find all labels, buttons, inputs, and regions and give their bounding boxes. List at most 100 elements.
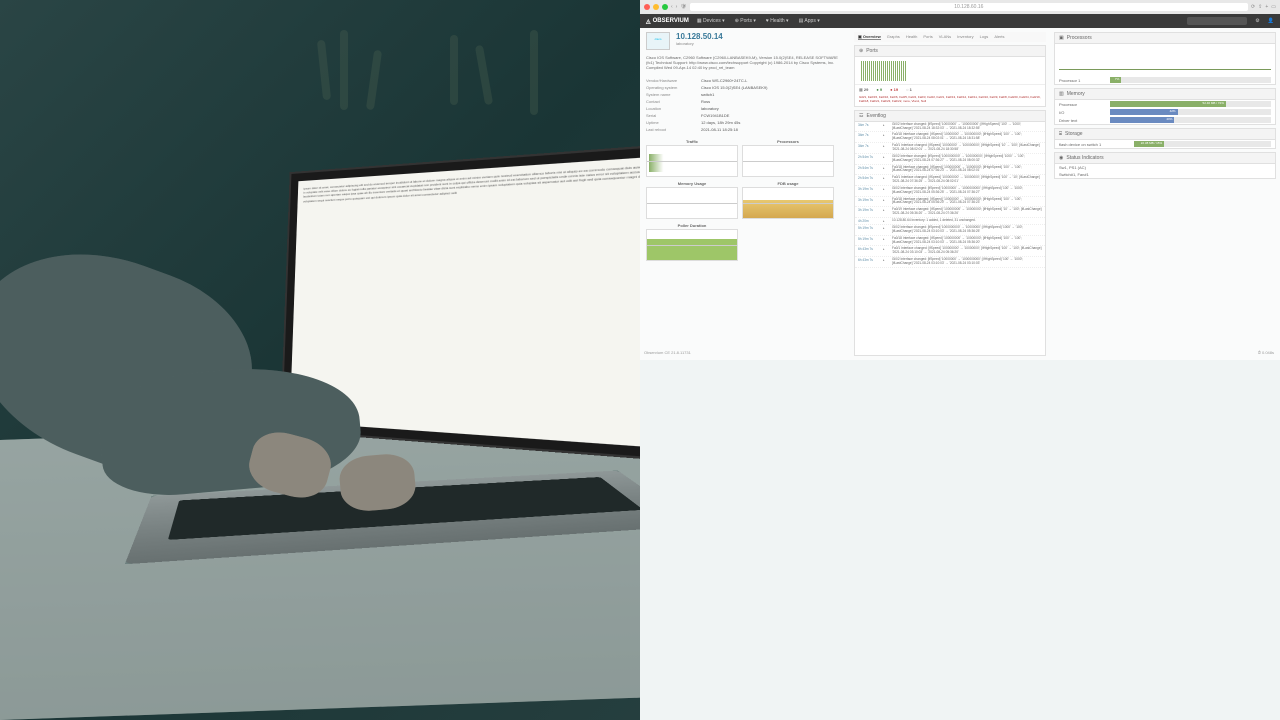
- device-meta-table: Vendor/HardwareCisco WS-C2960+24TC-LOper…: [646, 77, 844, 133]
- meta-row: Uptime12 days, 18h 29m 45s: [646, 119, 844, 126]
- device-description: Cisco IOS Software, C2960 Software (C296…: [646, 55, 844, 71]
- hero-photo: ipsum dolor sit amet, consectetur adipis…: [0, 0, 640, 720]
- storage-row: flash device on switch 122.38 MB / 15%: [1055, 140, 1275, 148]
- nav-apps[interactable]: ▤ Apps ▾: [799, 18, 820, 24]
- window-close-icon[interactable]: [644, 4, 650, 10]
- tab-alerts[interactable]: Alerts: [994, 34, 1004, 40]
- eventlog-title: Eventlog: [866, 113, 885, 119]
- tab-graphs[interactable]: Graphs: [887, 34, 900, 40]
- observium-app: ◬ OBSERVIUM ▦ Devices ▾ ⊕ Ports ▾ ♥ Heal…: [640, 14, 1280, 360]
- status-row: Switch#1, Fan#1: [1055, 171, 1275, 178]
- ports-icon: ⊕: [859, 48, 863, 54]
- right-column: ▣Processors Processor 17% ▥Memory Proces…: [1050, 28, 1280, 360]
- mini-chart[interactable]: FDB usage: [742, 181, 834, 219]
- brand-text: OBSERVIUM: [653, 18, 689, 24]
- shield-icon: 🛡: [680, 4, 686, 10]
- add-tab-icon[interactable]: +: [1265, 4, 1268, 10]
- browser-back-icon[interactable]: ‹: [671, 4, 673, 10]
- tab-inventory[interactable]: Inventory: [957, 34, 973, 40]
- meta-row: SerialFCW1941B1DE: [646, 112, 844, 119]
- meta-row: Vendor/HardwareCisco WS-C2960+24TC-L: [646, 77, 844, 84]
- port-link-list[interactable]: Gi0/1, Fa0/15, Fa0/16, Fa0/6, Fa0/5, Fa0…: [855, 94, 1045, 106]
- tabs-icon[interactable]: ▭: [1271, 4, 1276, 10]
- search-input[interactable]: [1187, 17, 1247, 25]
- cpu-icon: ▣: [1059, 35, 1064, 41]
- gear-icon[interactable]: ⚙: [1255, 18, 1259, 24]
- meta-row: Locationlaboratory: [646, 105, 844, 112]
- memory-panel: ▥Memory Processor52.46 MB / 72%I/O42%Dri…: [1054, 88, 1276, 125]
- eventlog-row[interactable]: 5h 19m 7s▸Fa0/18 Interface changed: [ifS…: [855, 236, 1045, 247]
- mini-chart[interactable]: Poller Duration: [646, 223, 738, 261]
- tab-health[interactable]: Health: [906, 34, 918, 40]
- meta-row: System nameswitch1: [646, 91, 844, 98]
- obs-footer-timing: ⏱ 0.048s: [1258, 350, 1274, 355]
- eventlog-row[interactable]: 6h 43m 7s▸Fa0/1 Interface changed: [ifSp…: [855, 246, 1045, 257]
- meta-row: Last reboot2021-08-11 18:25:18: [646, 126, 844, 133]
- port-counts: ▦ 29 ● 9 ● 19 ◌ 1: [855, 85, 1045, 94]
- status-title: Status Indicators: [1066, 155, 1103, 161]
- eventlog-row[interactable]: 34m 7s▸Gi0/2 Interface changed: [ifSpeed…: [855, 122, 1045, 133]
- obs-logo[interactable]: ◬ OBSERVIUM: [646, 18, 689, 25]
- storage-panel: ⌸Storage flash device on switch 122.38 M…: [1054, 128, 1276, 149]
- user-icon[interactable]: 👤: [1268, 18, 1274, 24]
- share-icon[interactable]: ⇪: [1258, 4, 1262, 10]
- obs-footer-version: Observium CE 21.8.11731: [644, 350, 691, 355]
- device-tabs: ▣ Overview Graphs Health Ports VLANs Inventor…: [854, 32, 1046, 42]
- meta-row: Operating systemCisco IOS 15.0(2)SE4 (LA…: [646, 84, 844, 91]
- memory-row: Processor52.46 MB / 72%: [1055, 100, 1275, 108]
- eventlog-row[interactable]: 2h 54m 7s▸Fa0/18 Interface changed: [ifS…: [855, 165, 1045, 176]
- window-min-icon[interactable]: [653, 4, 659, 10]
- ports-chart: [855, 57, 1045, 85]
- mini-chart[interactable]: Processors: [742, 139, 834, 177]
- url-bar[interactable]: 10.128.60.16: [690, 3, 1248, 11]
- storage-title: Storage: [1065, 131, 1083, 137]
- log-icon: ☲: [859, 113, 863, 119]
- memory-title: Memory: [1067, 91, 1085, 97]
- tab-overview[interactable]: ▣ Overview: [858, 34, 881, 40]
- nav-health[interactable]: ♥ Health ▾: [766, 18, 789, 24]
- device-ip[interactable]: 10.128.50.14: [676, 32, 723, 41]
- browser-fwd-icon[interactable]: ›: [676, 4, 678, 10]
- obs-nav: ▦ Devices ▾ ⊕ Ports ▾ ♥ Health ▾ ▤ Apps …: [697, 18, 820, 24]
- device-overview-pane: cisco 10.128.50.14 laboratory Cisco IOS …: [640, 28, 850, 360]
- ports-title: Ports: [866, 48, 878, 54]
- eventlog-row[interactable]: 4h 20m▸10.128.80.64 Inventory: 1 added, …: [855, 218, 1045, 225]
- obs-topbar: ◬ OBSERVIUM ▦ Devices ▾ ⊕ Ports ▾ ♥ Heal…: [640, 14, 1280, 28]
- mini-chart[interactable]: Traffic: [646, 139, 738, 177]
- nav-ports[interactable]: ⊕ Ports ▾: [735, 18, 756, 24]
- eventlog-row[interactable]: 5h 19m 7s▸Gi0/2 Interface changed: [ifSp…: [855, 225, 1045, 236]
- processors-title: Processors: [1067, 35, 1092, 41]
- vendor-logo: cisco: [646, 32, 670, 50]
- tab-logs[interactable]: Logs: [980, 34, 989, 40]
- eventlog-panel: ☲Eventlog 34m 7s▸Gi0/2 Interface changed…: [854, 110, 1046, 356]
- memory-row: I/O42%: [1055, 108, 1275, 116]
- memory-icon: ▥: [1059, 91, 1064, 97]
- eventlog-row[interactable]: 3h 19m 7s▸Fa0/18 Interface changed: [ifS…: [855, 197, 1045, 208]
- nav-devices[interactable]: ▦ Devices ▾: [697, 18, 725, 24]
- meta-row: ContactRoss: [646, 98, 844, 105]
- processor-row: Processor 17%: [1055, 76, 1275, 84]
- tab-vlans[interactable]: VLANs: [939, 34, 951, 40]
- processors-panel: ▣Processors Processor 17%: [1054, 32, 1276, 85]
- browser-chrome: ‹ › 🛡 10.128.60.16 ⟳ ⇪ + ▭: [640, 0, 1280, 14]
- logo-icon: ◬: [646, 18, 651, 25]
- eventlog-row[interactable]: 2h 54m 7s▸Gi0/2 Interface changed: [ifSp…: [855, 154, 1045, 165]
- device-location-sub: laboratory: [676, 41, 723, 46]
- eventlog-row[interactable]: 34m 7s▸Fa0/1 Interface changed: [ifSpeed…: [855, 143, 1045, 154]
- mini-chart[interactable]: Memory Usage: [646, 181, 738, 219]
- eventlog-row[interactable]: 34m 7s▸Fa0/18 Interface changed: [ifSpee…: [855, 132, 1045, 143]
- status-icon: ◉: [1059, 155, 1063, 161]
- refresh-icon[interactable]: ⟳: [1251, 4, 1255, 10]
- window-max-icon[interactable]: [662, 4, 668, 10]
- ports-panel: ⊕Ports ▦ 29 ● 9 ● 19 ◌ 1 Gi0/1, Fa0/15, …: [854, 45, 1046, 107]
- status-row: Sw1, PS1 (AC): [1055, 164, 1275, 171]
- memory-row: Driver text40%: [1055, 116, 1275, 124]
- eventlog-row[interactable]: 3h 19m 7s▸Gi0/2 Interface changed: [ifSp…: [855, 186, 1045, 197]
- status-panel: ◉Status Indicators Sw1, PS1 (AC)Switch#1…: [1054, 152, 1276, 179]
- tab-ports[interactable]: Ports: [923, 34, 932, 40]
- eventlog-row[interactable]: 3h 19m 7s▸Fa0/19 Interface changed: [ifS…: [855, 207, 1045, 218]
- eventlog-row[interactable]: 2h 54m 7s▸Fa0/1 Interface changed: [ifSp…: [855, 175, 1045, 186]
- eventlog-row[interactable]: 6h 43m 7s▸Gi0/2 Interface changed: [ifSp…: [855, 257, 1045, 268]
- processors-chart: [1055, 44, 1275, 76]
- storage-icon: ⌸: [1059, 131, 1062, 137]
